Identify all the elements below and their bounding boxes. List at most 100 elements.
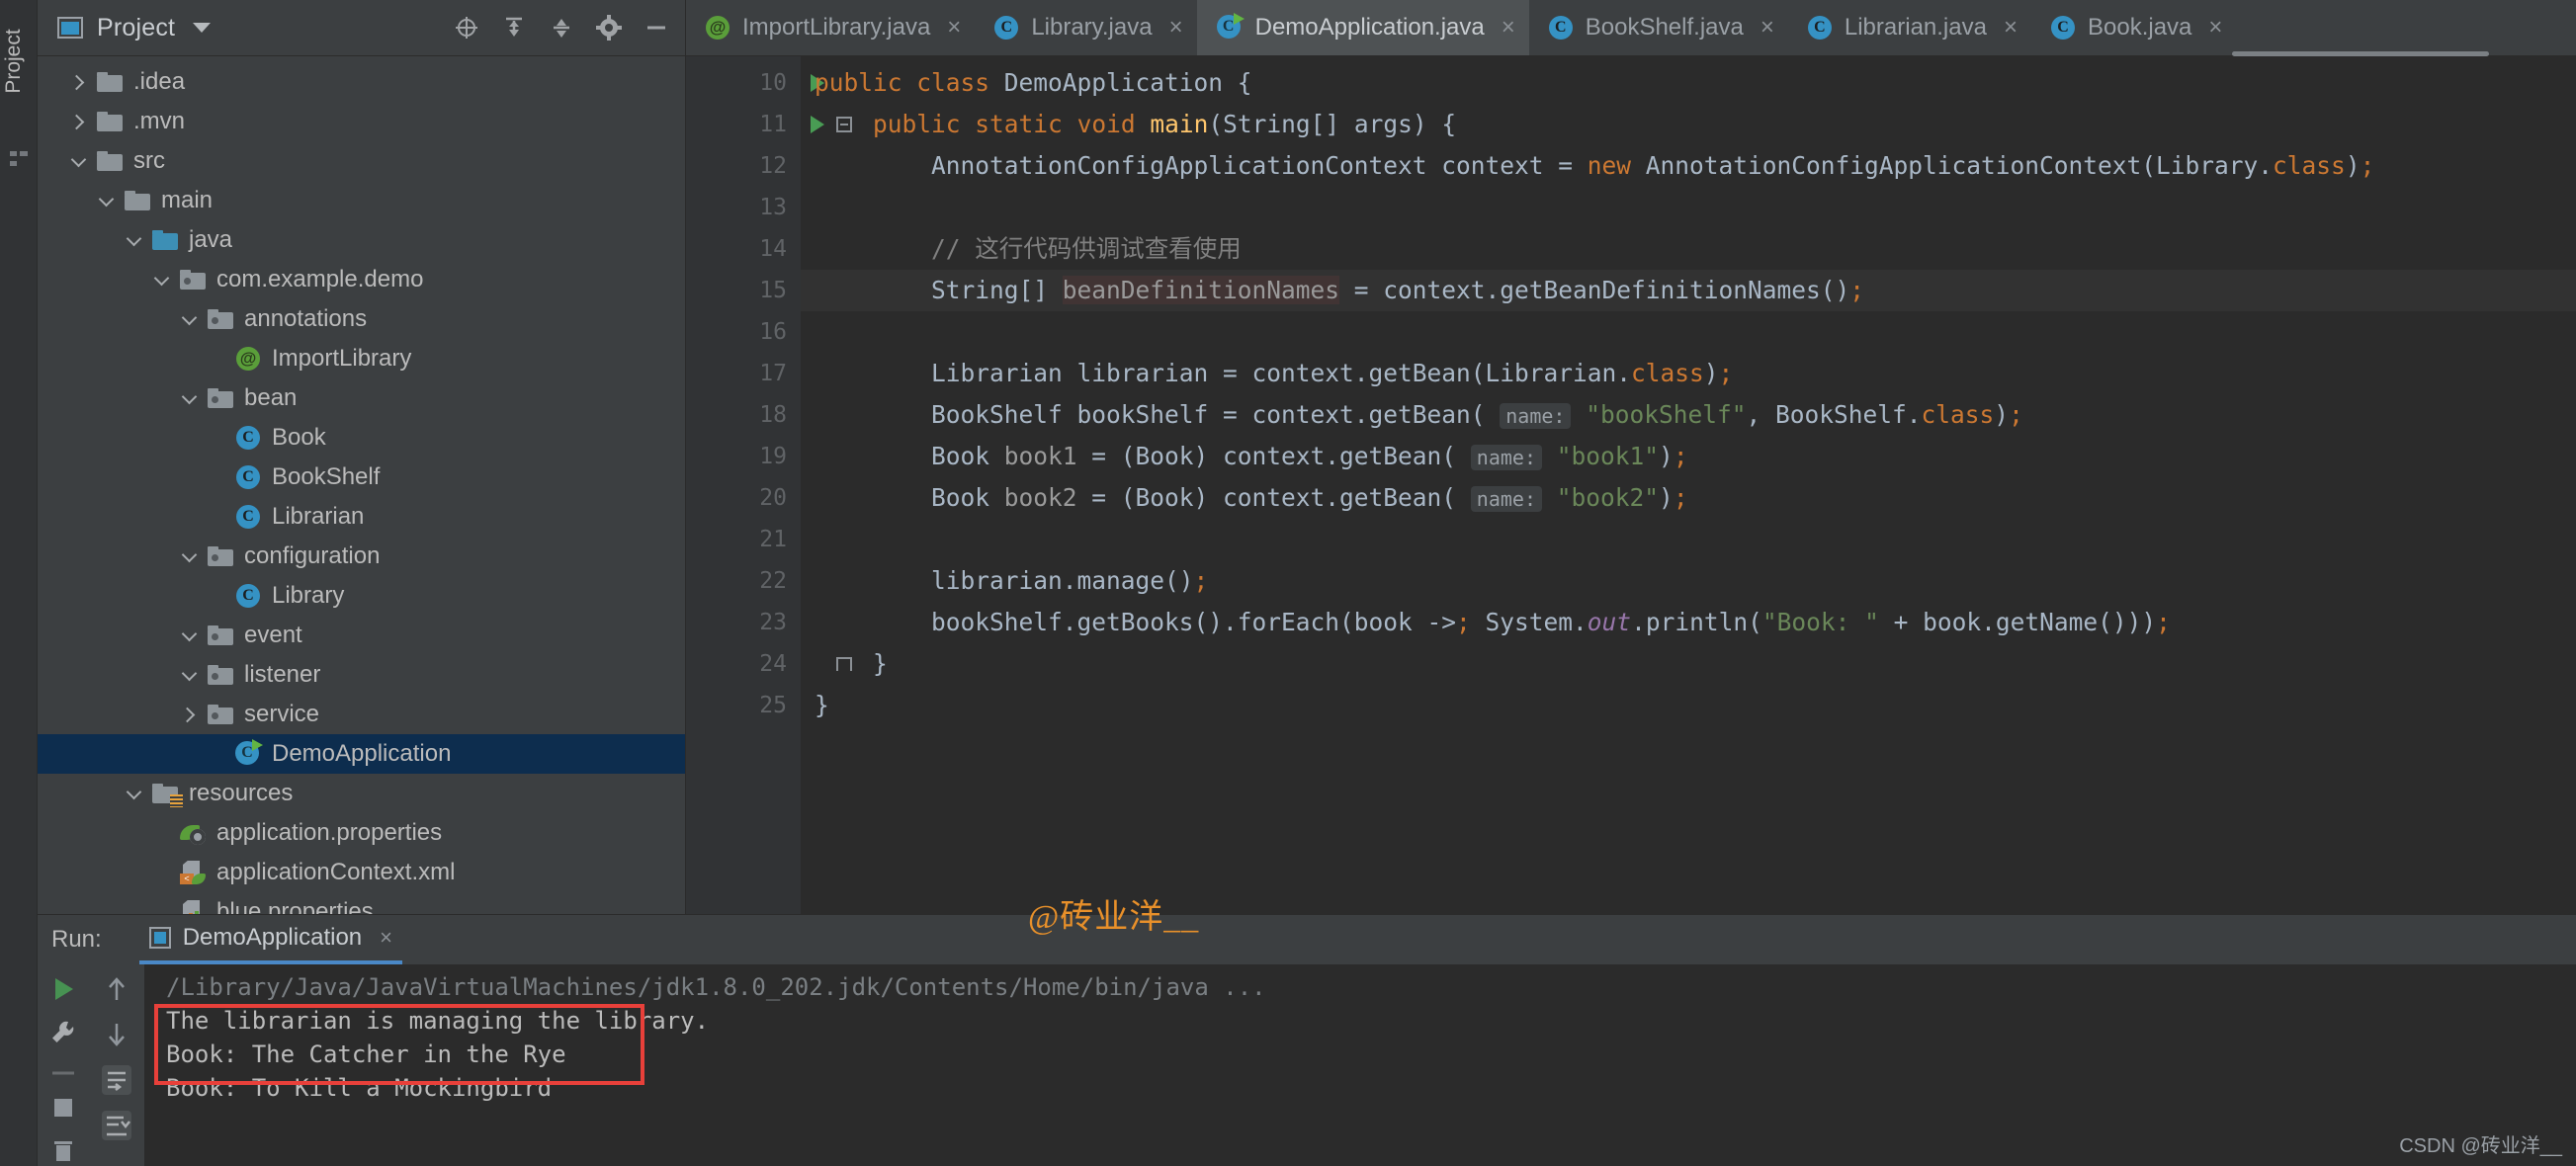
tree-node-bookshelf[interactable]: CBookShelf bbox=[38, 458, 685, 497]
tree-node-librarian[interactable]: CLibrarian bbox=[38, 497, 685, 537]
tree-node-annotations[interactable]: annotations bbox=[38, 299, 685, 339]
code-line[interactable]: public static void main(String[] args) { bbox=[801, 104, 2576, 145]
structure-icon[interactable] bbox=[8, 148, 30, 170]
code-line[interactable]: Librarian librarian = context.getBean(Li… bbox=[801, 353, 2576, 394]
project-tree[interactable]: .idea.mvnsrcmainjavacom.example.demoanno… bbox=[38, 56, 685, 914]
editor-tab-importlibrary-java[interactable]: @ImportLibrary.java× bbox=[686, 0, 975, 55]
code-line[interactable]: } bbox=[801, 643, 2576, 685]
tree-node-blue-properties[interactable]: blue.properties bbox=[38, 892, 685, 914]
code-line[interactable]: // 这行代码供调试查看使用 bbox=[801, 228, 2576, 270]
line-number[interactable]: 12 bbox=[686, 145, 801, 187]
tree-node-configuration[interactable]: configuration bbox=[38, 537, 685, 576]
line-number[interactable]: 16 bbox=[686, 311, 801, 353]
code-line[interactable]: Book book1 = (Book) context.getBean( nam… bbox=[801, 436, 2576, 477]
close-icon[interactable]: × bbox=[1760, 16, 1774, 40]
editor-tab-library-java[interactable]: CLibrary.java× bbox=[975, 0, 1196, 55]
line-number[interactable]: 19 bbox=[686, 436, 801, 477]
chevron-down-icon[interactable] bbox=[121, 781, 146, 806]
soft-wrap-icon[interactable] bbox=[102, 1065, 131, 1095]
code-line[interactable]: Book book2 = (Book) context.getBean( nam… bbox=[801, 477, 2576, 519]
chevron-down-icon[interactable] bbox=[193, 23, 211, 33]
line-number[interactable]: 15 bbox=[686, 270, 801, 311]
chevron-down-icon[interactable] bbox=[65, 148, 91, 174]
code-line[interactable]: librarian.manage(); bbox=[801, 560, 2576, 602]
tree-node-event[interactable]: event bbox=[38, 616, 685, 655]
editor-tab-book-java[interactable]: CBook.java× bbox=[2031, 0, 2236, 55]
collapse-all-icon[interactable] bbox=[501, 15, 527, 41]
tree-node-listener[interactable]: listener bbox=[38, 655, 685, 695]
editor-tab-bar[interactable]: @ImportLibrary.java×CLibrary.java×CDemoA… bbox=[686, 0, 2576, 56]
chevron-down-icon[interactable] bbox=[148, 267, 174, 292]
code-line[interactable]: bookShelf.getBooks().forEach(book ->; Sy… bbox=[801, 602, 2576, 643]
wrench-icon[interactable] bbox=[48, 1018, 78, 1047]
code-line[interactable]: String[] beanDefinitionNames = context.g… bbox=[801, 270, 2576, 311]
hide-panel-icon[interactable] bbox=[644, 15, 669, 41]
tree-node-library[interactable]: CLibrary bbox=[38, 576, 685, 616]
editor-tab-librarian-java[interactable]: CLibrarian.java× bbox=[1788, 0, 2031, 55]
chevron-down-icon[interactable] bbox=[176, 623, 202, 648]
close-icon[interactable]: × bbox=[1502, 16, 1515, 40]
tree-node-bean[interactable]: bean bbox=[38, 378, 685, 418]
tree-node-demoapplication[interactable]: CDemoApplication bbox=[38, 734, 685, 774]
tree-node-importlibrary[interactable]: @ImportLibrary bbox=[38, 339, 685, 378]
arrow-up-icon[interactable] bbox=[102, 974, 131, 1004]
rerun-icon[interactable] bbox=[48, 974, 78, 1004]
expand-all-icon[interactable] bbox=[549, 15, 574, 41]
tree-node--mvn[interactable]: .mvn bbox=[38, 102, 685, 141]
code-text[interactable]: public class DemoApplication { public st… bbox=[801, 56, 2576, 914]
tree-node-applicationcontext-xml[interactable]: <applicationContext.xml bbox=[38, 853, 685, 892]
code-line[interactable] bbox=[801, 311, 2576, 353]
tree-node-service[interactable]: service bbox=[38, 695, 685, 734]
code-line[interactable]: } bbox=[801, 685, 2576, 726]
close-icon[interactable]: × bbox=[380, 925, 392, 951]
chevron-down-icon[interactable] bbox=[121, 227, 146, 253]
tree-node-main[interactable]: main bbox=[38, 181, 685, 220]
chevron-right-icon[interactable] bbox=[65, 69, 91, 95]
chevron-down-icon[interactable] bbox=[176, 385, 202, 411]
tree-node-resources[interactable]: resources bbox=[38, 774, 685, 813]
stop-icon[interactable] bbox=[48, 1093, 78, 1123]
locate-icon[interactable] bbox=[454, 15, 479, 41]
tree-node-book[interactable]: CBook bbox=[38, 418, 685, 458]
tree-node-src[interactable]: src bbox=[38, 141, 685, 181]
tree-node-application-properties[interactable]: application.properties bbox=[38, 813, 685, 853]
line-number[interactable]: 24 bbox=[686, 643, 801, 685]
line-number[interactable]: 21 bbox=[686, 519, 801, 560]
tool-window-button-structure[interactable]: Structure bbox=[0, 1072, 2, 1156]
line-number[interactable]: 17 bbox=[686, 353, 801, 394]
chevron-down-icon[interactable] bbox=[176, 306, 202, 332]
tree-node-java[interactable]: java bbox=[38, 220, 685, 260]
code-line[interactable] bbox=[801, 187, 2576, 228]
line-number[interactable]: 14 bbox=[686, 228, 801, 270]
chevron-right-icon[interactable] bbox=[176, 702, 202, 727]
chevron-down-icon[interactable] bbox=[176, 662, 202, 688]
line-number[interactable]: 13 bbox=[686, 187, 801, 228]
editor-tab-bookshelf-java[interactable]: CBookShelf.java× bbox=[1529, 0, 1788, 55]
close-icon[interactable]: × bbox=[1169, 16, 1183, 40]
chevron-down-icon[interactable] bbox=[176, 543, 202, 569]
tree-node-com-example-demo[interactable]: com.example.demo bbox=[38, 260, 685, 299]
close-icon[interactable]: × bbox=[2004, 16, 2018, 40]
scroll-to-end-icon[interactable] bbox=[102, 1111, 131, 1140]
line-number[interactable]: 22 bbox=[686, 560, 801, 602]
line-number[interactable]: 23 bbox=[686, 602, 801, 643]
chevron-down-icon[interactable] bbox=[93, 188, 119, 213]
line-number[interactable]: 11 bbox=[686, 104, 801, 145]
line-number[interactable]: 10 bbox=[686, 62, 801, 104]
line-number[interactable]: 25 bbox=[686, 685, 801, 726]
code-line[interactable]: BookShelf bookShelf = context.getBean( n… bbox=[801, 394, 2576, 436]
arrow-down-icon[interactable] bbox=[102, 1020, 131, 1049]
tree-node--idea[interactable]: .idea bbox=[38, 62, 685, 102]
close-icon[interactable]: × bbox=[2208, 16, 2222, 40]
chevron-right-icon[interactable] bbox=[65, 109, 91, 134]
close-icon[interactable]: × bbox=[947, 16, 961, 40]
code-line[interactable]: AnnotationConfigApplicationContext conte… bbox=[801, 145, 2576, 187]
line-number[interactable]: 20 bbox=[686, 477, 801, 519]
editor-tab-demoapplication-java[interactable]: CDemoApplication.java× bbox=[1197, 0, 1529, 55]
gear-icon[interactable] bbox=[596, 15, 622, 41]
code-line[interactable]: public class DemoApplication { bbox=[801, 62, 2576, 104]
line-number-gutter[interactable]: 10111213141516171819202122232425 bbox=[686, 56, 801, 914]
code-line[interactable] bbox=[801, 519, 2576, 560]
line-number[interactable]: 18 bbox=[686, 394, 801, 436]
tool-window-button-project[interactable]: Project bbox=[2, 29, 26, 93]
